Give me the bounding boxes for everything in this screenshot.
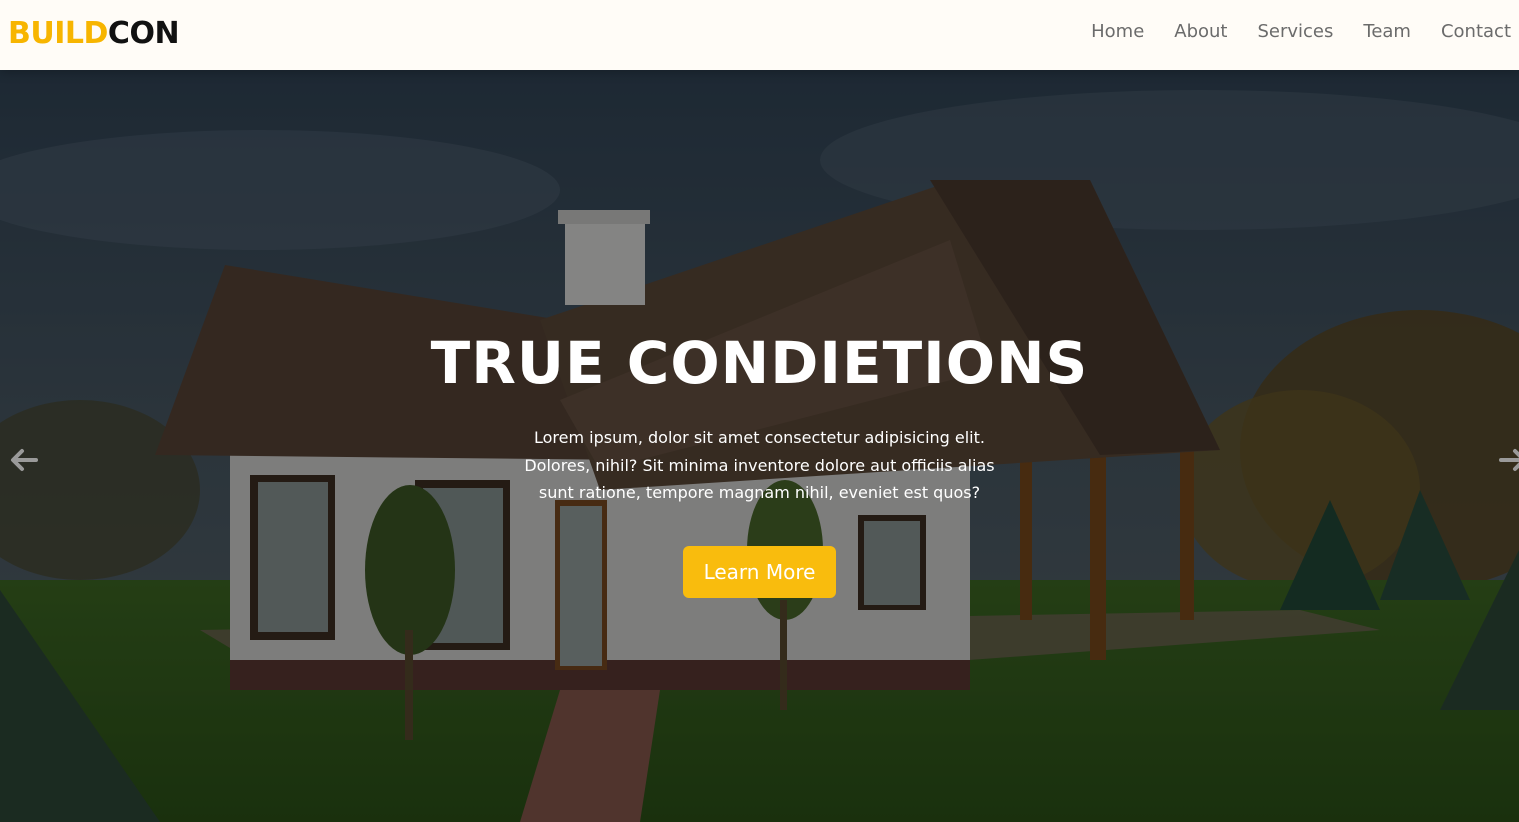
nav-link-team[interactable]: Team (1363, 20, 1411, 44)
brand-logo-build: BUILD (8, 16, 108, 51)
brand-logo[interactable]: BUILDCON (8, 14, 180, 54)
hero-description: Lorem ipsum, dolor sit amet consectetur … (524, 428, 995, 502)
hero-slider: TRUE CONDIETIONS Lorem ipsum, dolor sit … (0, 70, 1519, 822)
nav-link-services[interactable]: Services (1257, 20, 1333, 44)
nav-link-home[interactable]: Home (1091, 20, 1144, 44)
brand-logo-con: CON (107, 16, 180, 51)
learn-more-button[interactable]: Learn More (683, 545, 836, 598)
navbar: BUILDCON Home About Services Team Contac… (0, 0, 1519, 70)
hero-content: TRUE CONDIETIONS Lorem ipsum, dolor sit … (0, 328, 1519, 598)
nav-links: Home About Services Team Contact (1091, 20, 1511, 44)
nav-link-contact[interactable]: Contact (1441, 20, 1511, 44)
hero-title: TRUE CONDIETIONS (430, 329, 1089, 397)
nav-link-about[interactable]: About (1174, 20, 1227, 44)
